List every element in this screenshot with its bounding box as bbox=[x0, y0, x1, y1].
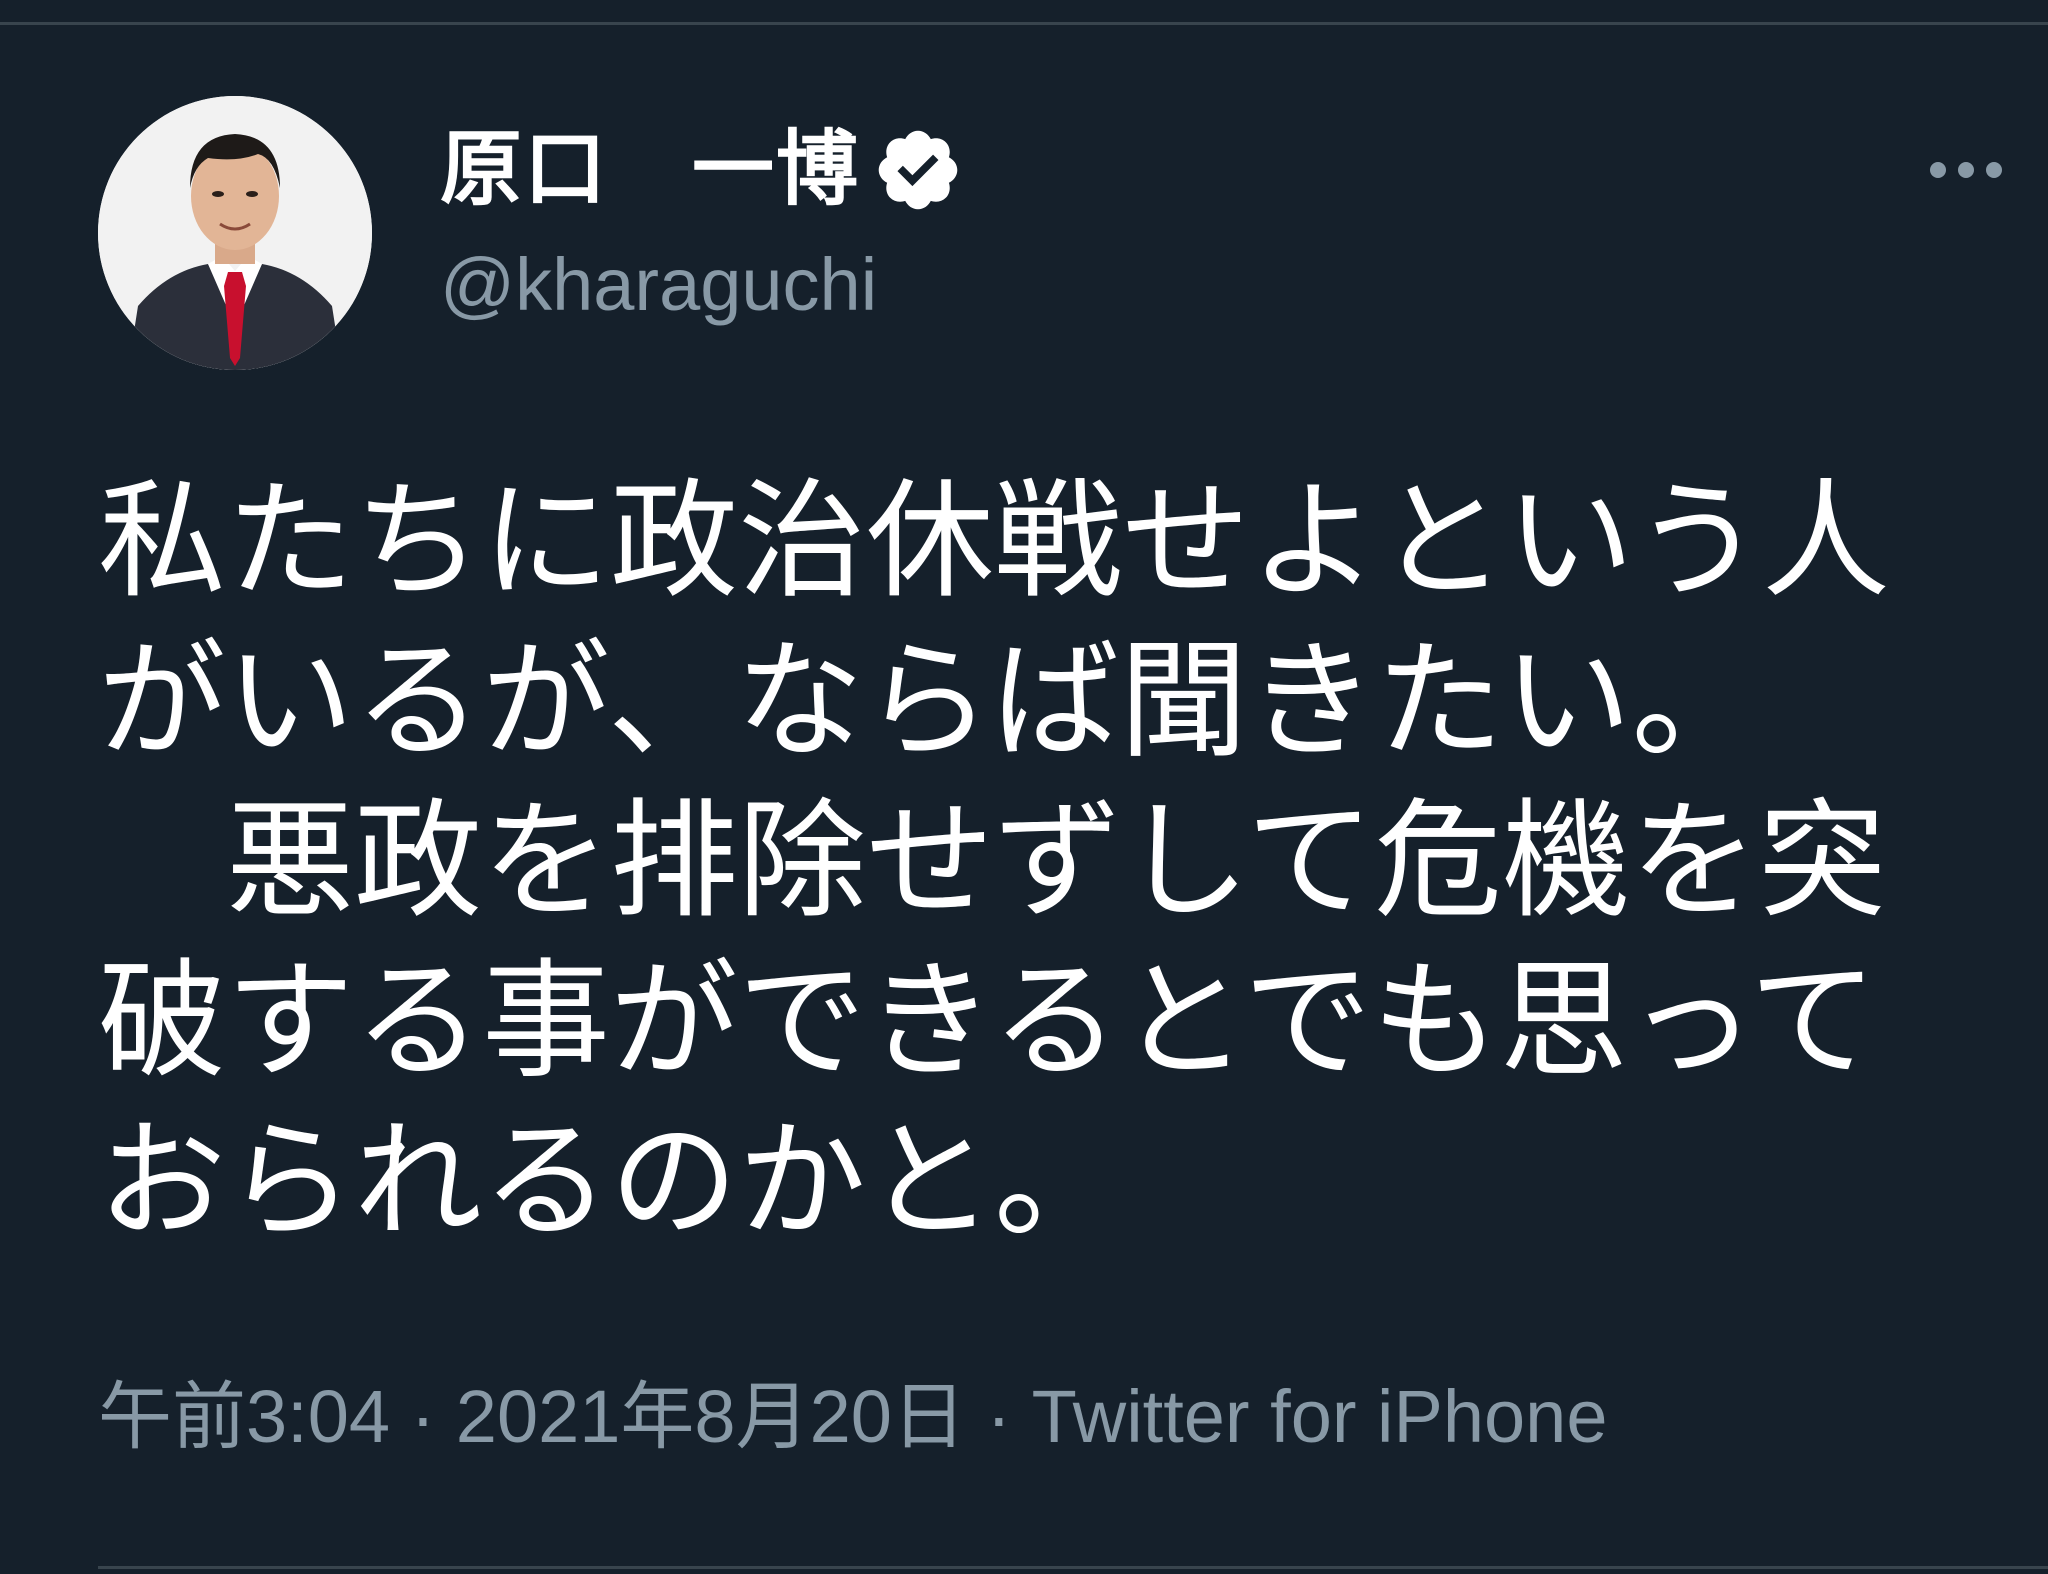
tweet-text-line: 悪政を排除せずして危機を突 bbox=[98, 787, 1887, 936]
tweet-time[interactable]: 午前3:04 bbox=[98, 1375, 390, 1458]
meta-separator: · bbox=[965, 1375, 1032, 1458]
dot bbox=[1986, 162, 2002, 178]
dot bbox=[1958, 162, 1974, 178]
tweet-text-line: 私たちに政治休戦せよという人 bbox=[98, 467, 1891, 616]
verified-badge-icon bbox=[872, 124, 964, 216]
bottom-divider bbox=[98, 1566, 2048, 1569]
avatar-photo bbox=[98, 96, 372, 370]
display-name[interactable]: 原口 一博 bbox=[440, 120, 860, 220]
tweet-text-line: がいるが、ならば聞きたい。 bbox=[98, 627, 1760, 776]
tweet-text: 私たちに政治休戦せよという人 がいるが、ならば聞きたい。 悪政を排除せずして危機… bbox=[98, 462, 1978, 1262]
more-dots-icon[interactable] bbox=[1930, 140, 2040, 200]
tweet-source[interactable]: Twitter for iPhone bbox=[1032, 1375, 1608, 1458]
author-handle[interactable]: @kharaguchi bbox=[440, 240, 877, 330]
tweet-text-line: おられるのかと。 bbox=[98, 1107, 1123, 1256]
tweet-text-line: 破する事ができるとでも思って bbox=[98, 947, 1878, 1096]
meta-separator: · bbox=[390, 1375, 456, 1458]
avatar[interactable] bbox=[98, 96, 372, 370]
dot bbox=[1930, 162, 1946, 178]
tweet-meta: 午前3:04 · 2021年8月20日 · Twitter for iPhone bbox=[98, 1372, 1607, 1462]
tweet-date[interactable]: 2021年8月20日 bbox=[456, 1375, 966, 1458]
author-name-row[interactable]: 原口 一博 bbox=[440, 120, 964, 220]
top-divider bbox=[0, 22, 2048, 25]
